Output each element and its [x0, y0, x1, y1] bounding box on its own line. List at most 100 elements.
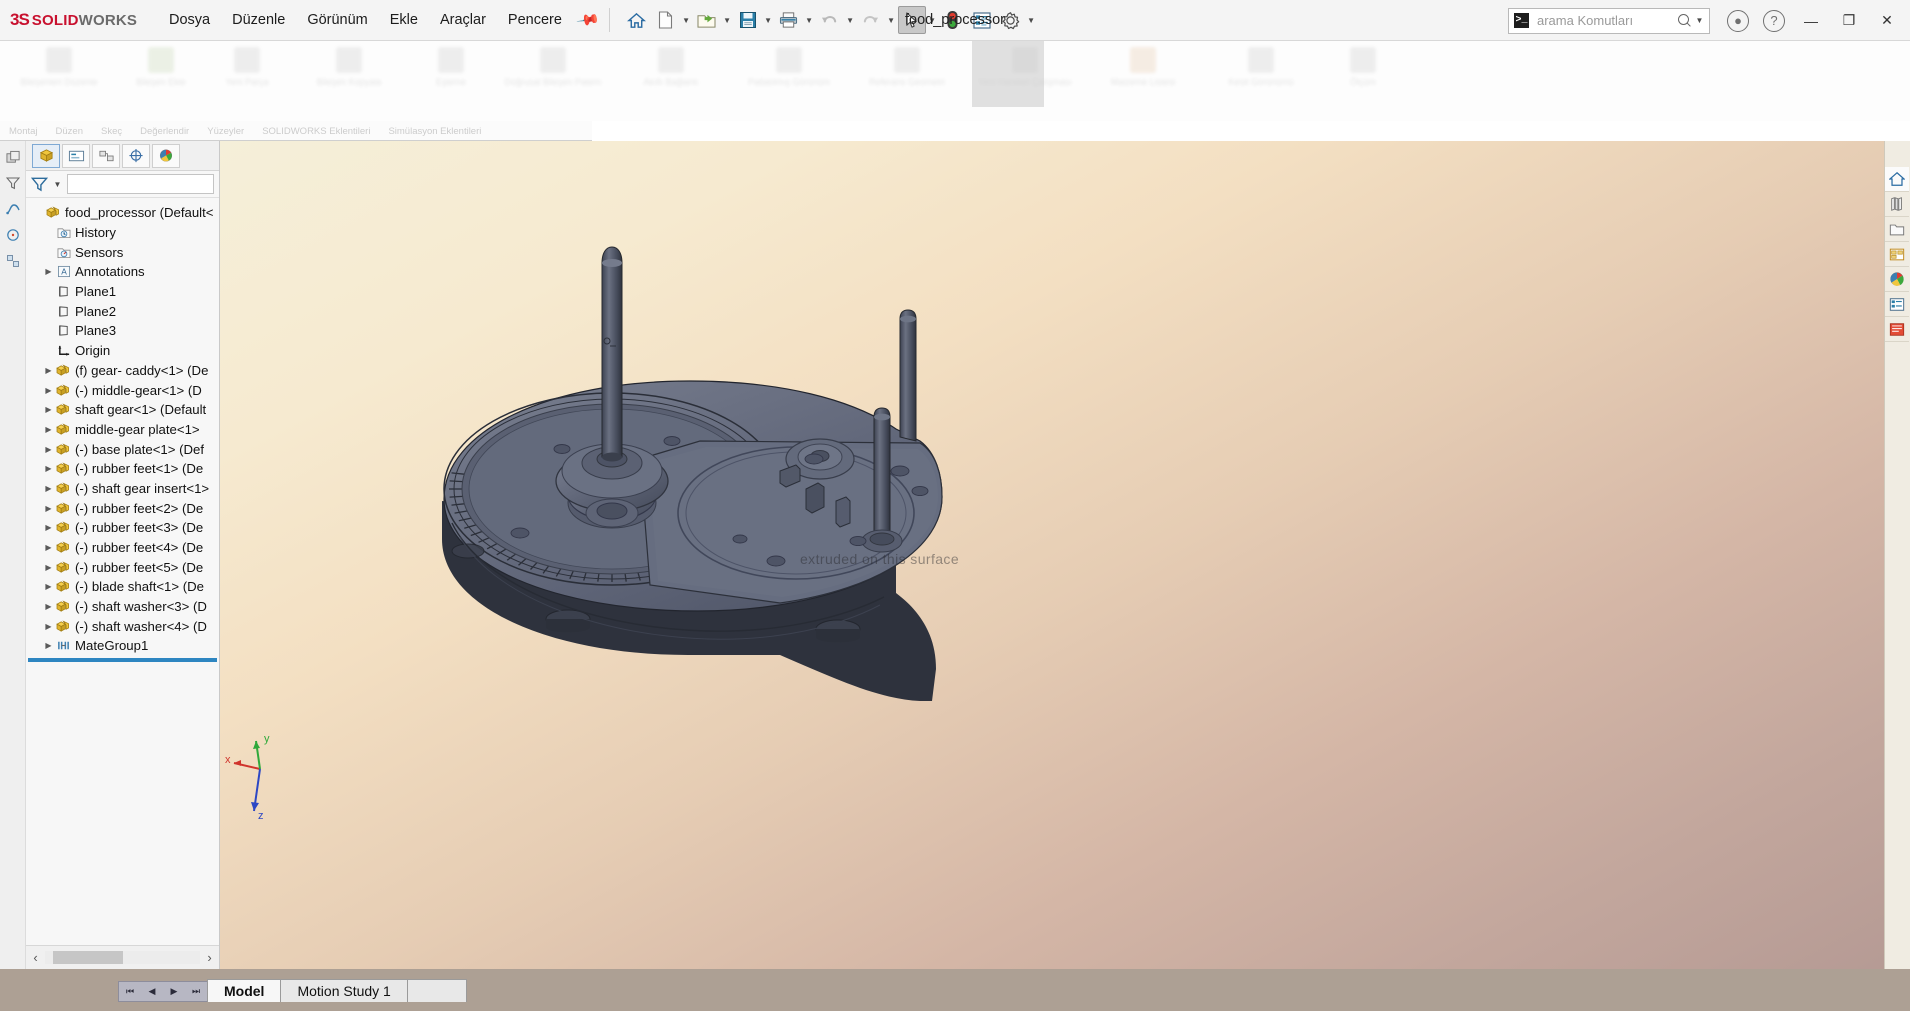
tree-node[interactable]: ▶ MateGroup1: [28, 636, 219, 656]
chevron-down-icon[interactable]: ▼: [1694, 16, 1705, 25]
ribbon-command[interactable]: Malzeme Listesi: [1084, 47, 1202, 87]
tree-node[interactable]: ▶ (-) shaft gear insert<1>: [28, 479, 219, 499]
tree-node[interactable]: ▶ (-) shaft washer<4> (D: [28, 616, 219, 636]
search-icon[interactable]: [1678, 13, 1692, 28]
redo-button[interactable]: [857, 6, 885, 34]
tree-horizontal-scrollbar[interactable]: ‹ ›: [26, 945, 219, 969]
scroll-left-button[interactable]: ‹: [26, 947, 45, 969]
menu-tools[interactable]: Araçlar: [429, 7, 497, 33]
chevron-down-icon[interactable]: ▼: [1026, 16, 1037, 25]
rail-assembly-icon[interactable]: [3, 147, 23, 167]
menu-window[interactable]: Pencere: [497, 7, 573, 33]
expand-arrow-icon[interactable]: ▶: [42, 622, 55, 631]
ribbon-tab[interactable]: Skeç: [92, 126, 131, 137]
tree-filter-input[interactable]: [67, 174, 214, 194]
task-pane-solidworks-forum[interactable]: [1885, 317, 1909, 342]
ribbon-tab[interactable]: Montaj: [0, 126, 47, 137]
tree-node[interactable]: ▶ (-) rubber feet<3> (De: [28, 518, 219, 538]
task-pane-design-library[interactable]: [1885, 192, 1909, 217]
options-button[interactable]: [968, 6, 996, 34]
expand-arrow-icon[interactable]: ▶: [42, 563, 55, 572]
new-document-button[interactable]: [652, 6, 680, 34]
tree-node[interactable]: ▶ History: [28, 223, 219, 243]
ribbon-command[interactable]: Akıllı Bağlantı: [612, 47, 730, 87]
cad-model[interactable]: [220, 141, 1910, 969]
ribbon-command[interactable]: Eşleme: [408, 47, 494, 87]
ribbon-command[interactable]: Kesit Görünümü: [1202, 47, 1320, 87]
rail-filter-icon[interactable]: [3, 173, 23, 193]
undo-button[interactable]: [816, 6, 844, 34]
first-sheet-button[interactable]: ⏮: [119, 982, 141, 1001]
print-button[interactable]: [775, 6, 803, 34]
menu-insert[interactable]: Ekle: [379, 7, 429, 33]
task-pane-resources[interactable]: [1885, 167, 1909, 192]
tree-node[interactable]: ▶ Plane3: [28, 321, 219, 341]
tree-node[interactable]: ▶ (-) rubber feet<4> (De: [28, 538, 219, 558]
expand-arrow-icon[interactable]: ▶: [42, 445, 55, 454]
window-minimize-button[interactable]: —: [1792, 4, 1830, 38]
tree-tab-display-manager[interactable]: [152, 143, 180, 168]
ribbon-tab[interactable]: SOLIDWORKS Eklentileri: [253, 126, 379, 137]
next-sheet-button[interactable]: ▶: [163, 982, 185, 1001]
save-button[interactable]: [734, 6, 762, 34]
tab-motion-study-1[interactable]: Motion Study 1: [280, 979, 408, 1002]
tree-tab-feature-manager[interactable]: [32, 143, 60, 168]
expand-arrow-icon[interactable]: ▶: [42, 504, 55, 513]
rail-curve-icon[interactable]: [3, 199, 23, 219]
tree-node[interactable]: ▶ (-) rubber feet<1> (De: [28, 459, 219, 479]
tree-node[interactable]: ▶ (f) gear- caddy<1> (De: [28, 361, 219, 381]
rail-blocks-icon[interactable]: [3, 251, 23, 271]
rebuild-button[interactable]: [939, 6, 967, 34]
window-restore-button[interactable]: ❐: [1830, 4, 1868, 38]
expand-arrow-icon[interactable]: ▶: [42, 641, 55, 650]
tree-node[interactable]: ▶ shaft gear<1> (Default: [28, 400, 219, 420]
chevron-down-icon[interactable]: ▼: [927, 16, 938, 25]
scrollbar-track[interactable]: [45, 951, 200, 964]
tree-node[interactable]: ▶ (-) rubber feet<2> (De: [28, 498, 219, 518]
ribbon-tab[interactable]: Yüzeyler: [198, 126, 253, 137]
menu-view[interactable]: Görünüm: [296, 7, 378, 33]
expand-arrow-icon[interactable]: ▶: [42, 464, 55, 473]
user-account-icon[interactable]: ●: [1727, 9, 1749, 32]
tree-node[interactable]: ▶ Plane1: [28, 282, 219, 302]
graphics-viewport[interactable]: ▼ ▼ ▼ ▼ ▼ ❐ ❑ — ✕: [220, 141, 1910, 969]
chevron-down-icon[interactable]: ▼: [845, 16, 856, 25]
task-pane-appearances[interactable]: [1885, 267, 1909, 292]
expand-arrow-icon[interactable]: ▶: [42, 582, 55, 591]
pushpin-icon[interactable]: 📌: [575, 7, 601, 33]
expand-arrow-icon[interactable]: ▶: [42, 543, 55, 552]
ribbon-command[interactable]: Bileşen Ekle: [118, 47, 204, 87]
settings-button[interactable]: [997, 6, 1025, 34]
tab-model[interactable]: Model: [207, 979, 282, 1002]
tree-node[interactable]: ▶ (-) shaft washer<3> (D: [28, 597, 219, 617]
tree-node[interactable]: ▶ Origin: [28, 341, 219, 361]
ribbon-command[interactable]: Doğrusal Bileşen Patern: [494, 47, 612, 87]
chevron-down-icon[interactable]: ▼: [52, 180, 63, 189]
expand-arrow-icon[interactable]: ▶: [42, 366, 55, 375]
tree-node[interactable]: ▶ (-) middle-gear<1> (D: [28, 380, 219, 400]
ribbon-command[interactable]: Bileşen Kopyala: [290, 47, 408, 87]
window-close-button[interactable]: ✕: [1868, 4, 1906, 38]
scroll-right-button[interactable]: ›: [200, 947, 219, 969]
expand-arrow-icon[interactable]: ▶: [42, 267, 55, 276]
search-input[interactable]: >_ arama Komutları ▼: [1508, 7, 1710, 34]
menu-edit[interactable]: Düzenle: [221, 7, 296, 33]
home-button[interactable]: [623, 6, 651, 34]
tree-node[interactable]: ▶ (-) blade shaft<1> (De: [28, 577, 219, 597]
select-tool-button[interactable]: [897, 6, 926, 34]
expand-arrow-icon[interactable]: ▶: [42, 602, 55, 611]
expand-arrow-icon[interactable]: ▶: [42, 484, 55, 493]
tree-node[interactable]: ▶ middle-gear plate<1>: [28, 420, 219, 440]
task-pane-view-palette[interactable]: [1885, 242, 1909, 267]
expand-arrow-icon[interactable]: ▶: [42, 405, 55, 414]
ribbon-command[interactable]: Bileşenleri Düzenle: [0, 47, 118, 87]
chevron-down-icon[interactable]: ▼: [681, 16, 692, 25]
last-sheet-button[interactable]: ⏭: [185, 982, 207, 1001]
expand-arrow-icon[interactable]: ▶: [42, 425, 55, 434]
help-question-icon[interactable]: ?: [1763, 9, 1785, 32]
open-document-button[interactable]: [693, 6, 721, 34]
ribbon-tab[interactable]: Düzen: [47, 126, 92, 137]
tree-tab-dimxpert-manager[interactable]: [122, 143, 150, 168]
ribbon-selected-command[interactable]: [972, 41, 1044, 107]
ribbon-command[interactable]: Yeni Parça: [204, 47, 290, 87]
